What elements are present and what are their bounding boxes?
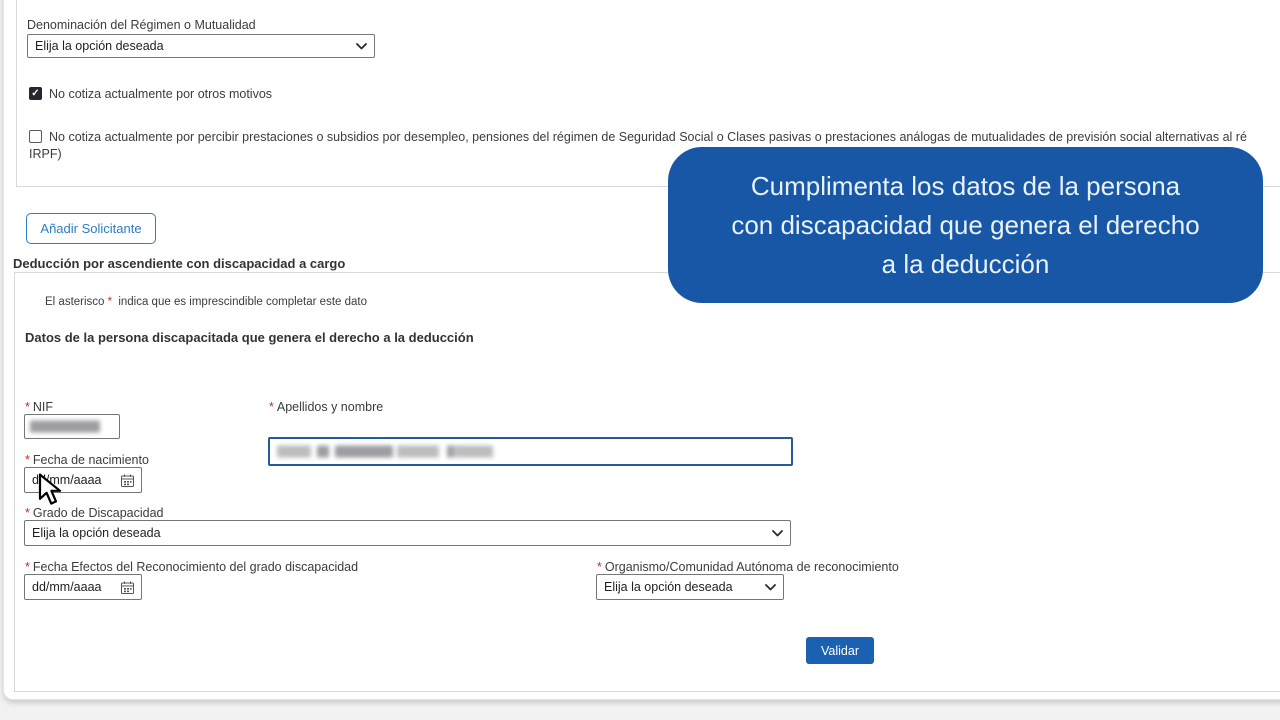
effects-date-required-star: *	[25, 560, 30, 574]
disability-degree-select[interactable]: Elija la opción deseada	[24, 520, 791, 546]
disability-degree-required-star: *	[25, 506, 30, 520]
regimen-select-value: Elija la opción deseada	[35, 39, 164, 53]
deduction-section-title: Deducción por ascendiente con discapacid…	[13, 256, 345, 271]
validate-button-label: Validar	[821, 644, 859, 658]
required-note-suffix: indica que es imprescindible completar e…	[115, 296, 367, 308]
chevron-down-icon	[356, 43, 367, 50]
tooltip-line: Cumplimenta los datos de la persona	[751, 167, 1180, 206]
organism-select-value: Elija la opción deseada	[604, 580, 733, 594]
fullname-label: *Apellidos y nombre	[269, 400, 383, 414]
effects-date-placeholder: dd/mm/aaaa	[32, 580, 101, 594]
required-note: El asterisco * indica que es imprescindi…	[45, 296, 367, 308]
checkmark-icon: ✓	[31, 89, 39, 99]
regimen-label: Denominación del Régimen o Mutualidad	[27, 18, 256, 32]
calendar-icon[interactable]	[121, 581, 134, 594]
person-data-subtitle: Datos de la persona discapacitada que ge…	[25, 330, 474, 345]
birthdate-label: *Fecha de nacimiento	[25, 453, 149, 467]
tutorial-tooltip: Cumplimenta los datos de la persona con …	[668, 147, 1263, 303]
fullname-required-star: *	[269, 400, 274, 414]
checkbox-other-reasons-label: No cotiza actualmente por otros motivos	[49, 87, 272, 101]
regimen-select[interactable]: Elija la opción deseada	[27, 34, 375, 58]
redacted-nif-value	[30, 420, 102, 433]
tooltip-line: con discapacidad que genera el derecho	[731, 206, 1199, 245]
checkbox-benefits-label-line1: No cotiza actualmente por percibir prest…	[49, 130, 1274, 144]
validate-button[interactable]: Validar	[806, 637, 874, 664]
calendar-icon[interactable]	[121, 474, 134, 487]
checkbox-other-reasons[interactable]: ✓	[29, 87, 42, 100]
checkbox-benefits-label-line2: IRPF)	[29, 147, 62, 161]
checkbox-row-other-reasons: ✓ No cotiza actualmente por otros motivo…	[29, 87, 272, 101]
checkbox-benefits[interactable]	[29, 130, 42, 143]
checkbox-row-benefits: No cotiza actualmente por percibir prest…	[29, 130, 1280, 144]
mouse-cursor-icon	[38, 473, 68, 511]
required-note-star: *	[108, 296, 112, 308]
effects-date-label: *Fecha Efectos del Reconocimiento del gr…	[25, 560, 358, 574]
organism-label: *Organismo/Comunidad Autónoma de reconoc…	[597, 560, 899, 574]
redacted-fullname-value	[277, 445, 497, 458]
effects-date-input[interactable]: dd/mm/aaaa	[24, 574, 142, 600]
nif-required-star: *	[25, 400, 30, 414]
required-note-prefix: El asterisco	[45, 296, 108, 308]
nif-input[interactable]	[24, 414, 120, 439]
organism-select[interactable]: Elija la opción deseada	[596, 574, 784, 600]
organism-required-star: *	[597, 560, 602, 574]
nif-label: *NIF	[25, 400, 53, 414]
tooltip-line: a la deducción	[882, 245, 1050, 284]
chevron-down-icon	[772, 530, 783, 537]
fullname-input[interactable]	[268, 437, 793, 466]
add-applicant-button-label: Añadir Solicitante	[40, 221, 141, 236]
add-applicant-button[interactable]: Añadir Solicitante	[26, 213, 156, 244]
disability-degree-select-value: Elija la opción deseada	[32, 526, 161, 540]
chevron-down-icon	[765, 584, 776, 591]
page: Denominación del Régimen o Mutualidad El…	[0, 0, 1280, 720]
birthdate-required-star: *	[25, 453, 30, 467]
